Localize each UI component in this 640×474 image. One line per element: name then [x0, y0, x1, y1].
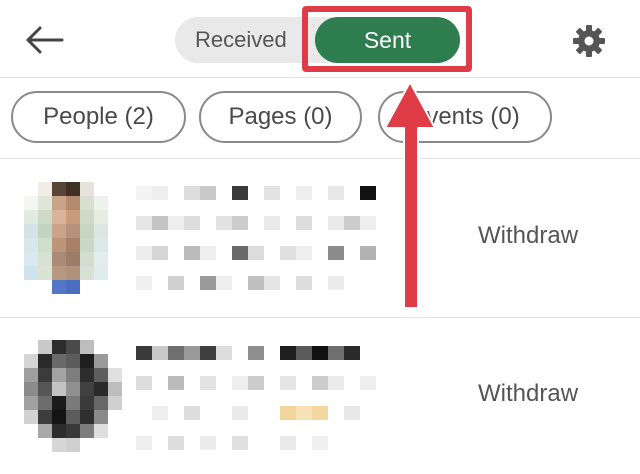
tab-sent[interactable]: Sent [315, 17, 460, 63]
filter-events[interactable]: Events (0) [378, 91, 552, 143]
top-bar: Received Sent [0, 0, 640, 78]
gear-icon [573, 25, 605, 57]
back-button[interactable] [22, 20, 66, 60]
received-sent-toggle: Received Sent [175, 17, 460, 63]
filter-people[interactable]: People (2) [11, 91, 186, 143]
avatar [24, 340, 122, 452]
settings-button[interactable] [568, 20, 610, 62]
invitation-row: Withdraw [0, 316, 640, 474]
invitation-row: Withdraw [0, 160, 640, 318]
filter-chips: People (2) Pages (0) Events (0) [0, 79, 640, 159]
blurred-member-details [136, 338, 466, 458]
arrow-left-icon [26, 26, 64, 54]
withdraw-button[interactable]: Withdraw [478, 222, 578, 250]
withdraw-button[interactable]: Withdraw [478, 380, 578, 408]
blurred-member-details [136, 178, 466, 298]
tab-received[interactable]: Received [195, 17, 287, 63]
filter-pages[interactable]: Pages (0) [199, 91, 362, 143]
avatar [24, 182, 122, 294]
